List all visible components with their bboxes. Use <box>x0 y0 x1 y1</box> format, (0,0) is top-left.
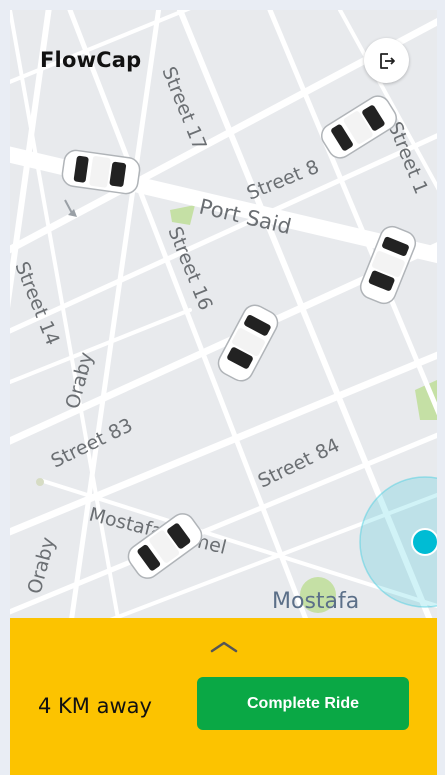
street-label: Mostafa <box>272 589 359 614</box>
complete-ride-button[interactable]: Complete Ride <box>197 677 409 730</box>
map-dot <box>36 478 44 486</box>
map-view[interactable]: Street 17 Street 8 Street 1 Port Said St… <box>10 10 437 620</box>
car-marker[interactable] <box>317 94 401 160</box>
logout-icon <box>379 52 395 69</box>
distance-text: 4 KM away <box>38 694 152 718</box>
car-marker[interactable] <box>58 148 144 196</box>
car-marker[interactable] <box>215 300 281 386</box>
car-marker[interactable] <box>123 510 207 582</box>
app-title: FlowCap <box>40 48 142 72</box>
car-marker[interactable] <box>358 222 418 308</box>
logout-button[interactable] <box>364 38 409 83</box>
ride-panel: 4 KM away Complete Ride <box>10 618 437 775</box>
app-frame: Street 17 Street 8 Street 1 Port Said St… <box>10 10 437 775</box>
expand-panel-button[interactable] <box>208 638 240 654</box>
chevron-up-icon <box>210 641 238 653</box>
